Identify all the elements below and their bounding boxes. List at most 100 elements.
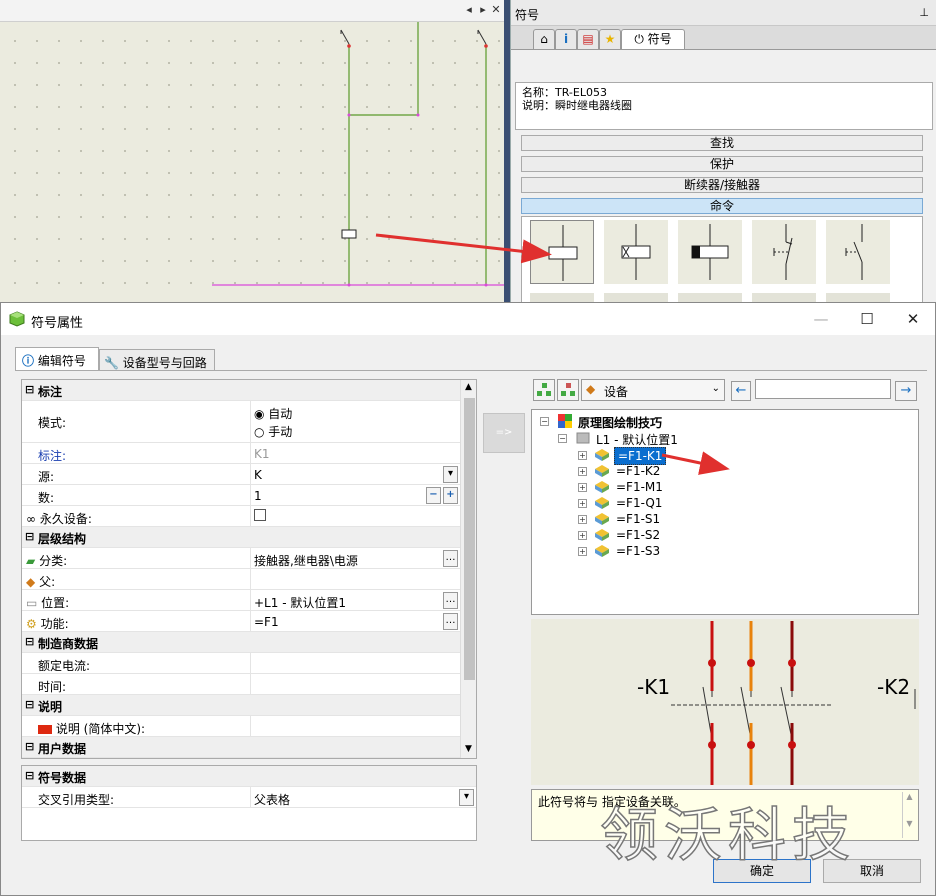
schematic-topbar: ◂ ▸ ✕	[0, 0, 504, 22]
tree-device[interactable]: =F1-K2	[616, 464, 660, 478]
collapse-icon[interactable]: ⊟	[25, 698, 35, 711]
close-icon[interactable]: ✕	[489, 2, 503, 18]
rated-current-label: 额定电流:	[38, 659, 91, 673]
tree-device[interactable]: =F1-S3	[616, 544, 660, 558]
tree-device[interactable]: =F1-S2	[616, 528, 660, 542]
category-command[interactable]: 命令	[521, 198, 923, 214]
function-label-wrap: ⚙ 功能:	[26, 615, 69, 632]
function-value[interactable]: =F1	[254, 615, 279, 629]
document-tab-icon[interactable]: ▤	[577, 29, 599, 49]
row-separator	[250, 464, 251, 485]
class-value[interactable]: 接触器,继电器\电源	[254, 552, 358, 569]
tree-device[interactable]: =F1-S1	[616, 512, 660, 526]
row-separator	[250, 569, 251, 590]
home-tab-icon[interactable]: ⌂	[533, 29, 555, 49]
scrollbar-thumb[interactable]	[464, 398, 475, 680]
scroll-right-icon[interactable]: ▸	[476, 2, 490, 18]
radio-auto[interactable]: ◉ 自动	[254, 405, 292, 422]
preview-drawing	[671, 621, 916, 785]
radio-manual[interactable]: ○ 手动	[254, 423, 292, 440]
scroll-up-icon[interactable]: ▲	[465, 382, 472, 392]
increment-button[interactable]: +	[443, 487, 458, 504]
search-input[interactable]	[755, 379, 891, 399]
expand-icon[interactable]: +	[578, 467, 587, 476]
symbol-pushbutton-nc[interactable]	[752, 220, 816, 284]
function-browse-button[interactable]: …	[443, 613, 458, 630]
symbol-name: 名称：TR-EL053	[522, 86, 607, 99]
expand-icon[interactable]: +	[578, 499, 587, 508]
device-icon	[594, 480, 609, 493]
collapse-icon[interactable]: ⊟	[25, 530, 35, 543]
tree-device-selected[interactable]: =F1-K1	[614, 447, 667, 465]
collapse-icon[interactable]: −	[558, 434, 567, 443]
property-scrollbar[interactable]: ▲ ▼	[460, 380, 476, 758]
category-description[interactable]: ⊟ 说明	[22, 695, 460, 716]
category-search[interactable]: 查找	[521, 135, 923, 151]
tree-device[interactable]: =F1-M1	[616, 480, 663, 494]
close-button[interactable]: ✕	[893, 307, 933, 331]
location-value[interactable]: +L1 - 默认位置1	[254, 594, 346, 611]
source-dropdown-icon[interactable]: ▾	[443, 466, 458, 483]
category-hierarchy[interactable]: ⊟ 层级结构	[22, 527, 460, 548]
symbol-coil[interactable]	[530, 220, 594, 284]
row-separator	[250, 716, 251, 737]
collapse-icon[interactable]: ⊟	[25, 383, 35, 396]
class-browse-button[interactable]: …	[443, 550, 458, 567]
tab-edit-symbol[interactable]: ⓘ 编辑符号	[15, 347, 99, 371]
category-manufacturer[interactable]: ⊟ 制造商数据	[22, 632, 460, 653]
scroll-down-icon[interactable]: ▼	[465, 744, 472, 754]
project-icon	[558, 414, 572, 428]
scroll-left-icon[interactable]: ◂	[462, 2, 476, 18]
expand-icon[interactable]: +	[578, 547, 587, 556]
permanent-checkbox[interactable]	[254, 509, 266, 521]
tab-symbols[interactable]: ⏻ 符号	[621, 29, 685, 49]
category-protection[interactable]: 保护	[521, 156, 923, 172]
maximize-button[interactable]: ☐	[847, 307, 887, 331]
tree-expand-icon[interactable]	[533, 379, 555, 401]
tree-device[interactable]: =F1-Q1	[616, 496, 662, 510]
device-filter-select[interactable]: ◆ 设备 ⌄	[581, 379, 725, 401]
china-flag-icon	[38, 725, 52, 734]
row-source: 源: K ▾	[22, 464, 460, 485]
favorites-tab-icon[interactable]: ★	[599, 29, 621, 49]
collapse-icon[interactable]: ⊟	[25, 769, 35, 782]
category-user-data[interactable]: ⊟ 用户数据	[22, 737, 460, 758]
expand-icon[interactable]: +	[578, 483, 587, 492]
power-icon: ⏻	[634, 32, 644, 46]
decrement-button[interactable]: −	[426, 487, 441, 504]
schematic-canvas[interactable]	[0, 0, 504, 305]
category-annotation[interactable]: ⊟ 标注	[22, 380, 460, 401]
row-separator	[250, 485, 251, 506]
collapse-icon[interactable]: −	[540, 417, 549, 426]
xref-value[interactable]: 父表格	[254, 791, 290, 808]
transfer-button[interactable]: =>	[483, 413, 525, 453]
symbol-pushbutton-no[interactable]	[826, 220, 890, 284]
source-value[interactable]: K	[254, 468, 262, 482]
count-value[interactable]: 1	[254, 489, 262, 503]
symbol-coil-latch[interactable]	[678, 220, 742, 284]
category-symbol-data[interactable]: ⊟ 符号数据	[22, 766, 476, 787]
xref-dropdown-icon[interactable]: ▾	[459, 789, 474, 806]
collapse-icon[interactable]: ⊟	[25, 635, 35, 648]
expand-icon[interactable]: +	[578, 515, 587, 524]
expand-icon[interactable]: +	[578, 531, 587, 540]
symbol-coil-delay[interactable]	[604, 220, 668, 284]
tree-collapse-icon[interactable]	[557, 379, 579, 401]
back-arrow-icon[interactable]: ←	[731, 381, 751, 401]
minimize-button[interactable]: —	[801, 307, 841, 331]
tab-device-model[interactable]: 🔧 设备型号与回路	[99, 349, 215, 371]
category-contactor[interactable]: 断续器/接触器	[521, 177, 923, 193]
tree-root[interactable]: 原理图绘制技巧	[578, 414, 662, 431]
collapse-icon[interactable]: ⊟	[25, 740, 35, 753]
device-icon	[594, 528, 609, 541]
forward-arrow-icon[interactable]: →	[895, 381, 917, 401]
tree-location[interactable]: L1 - 默认位置1	[596, 431, 678, 448]
pin-icon[interactable]: ⊥	[919, 6, 929, 19]
location-icon	[576, 431, 590, 444]
infinity-icon: ∞	[26, 512, 36, 526]
info-tab-icon[interactable]: i	[555, 29, 577, 49]
expand-icon[interactable]: +	[578, 451, 587, 460]
chevron-down-icon: ⌄	[711, 383, 720, 394]
location-browse-button[interactable]: …	[443, 592, 458, 609]
description-scrollbar[interactable]: ▲ ▼	[902, 792, 916, 838]
